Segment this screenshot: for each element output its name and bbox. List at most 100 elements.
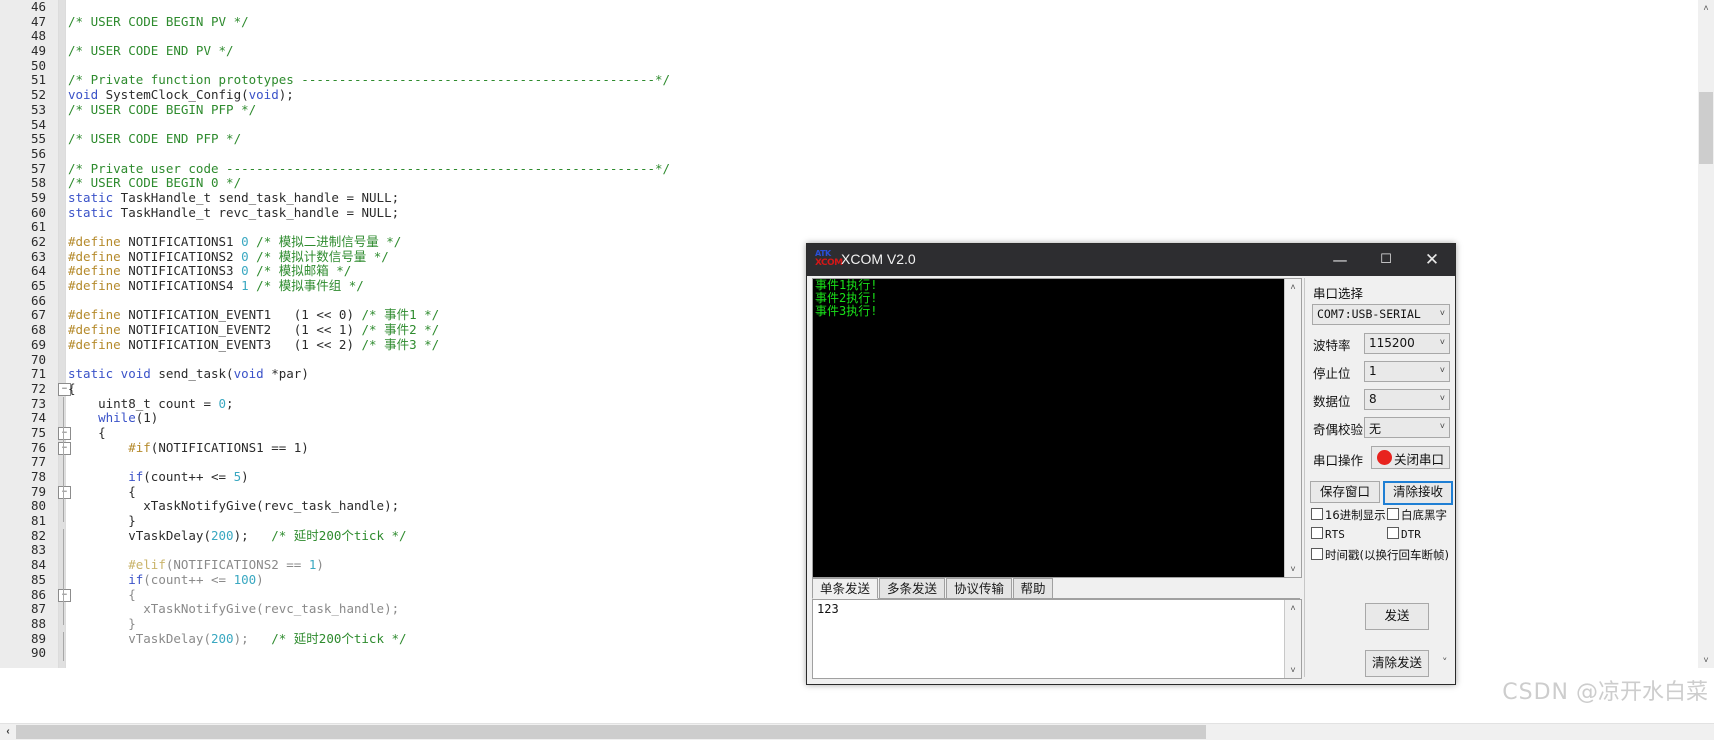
chevron-down-icon: ˅ (1439, 365, 1445, 375)
hex-display-checkbox[interactable]: 16进制显示 (1311, 507, 1386, 523)
code-token: /* 延时200个tick */ (271, 630, 407, 646)
send-mode-tabs[interactable]: 单条发送 多条发送 协议传输 帮助 (812, 578, 1300, 599)
vertical-scrollbar-thumb[interactable] (1699, 92, 1713, 164)
line-number: 83 (30, 542, 46, 558)
code-token: vTaskDelay( (68, 527, 211, 543)
send-scroll-up-icon[interactable]: ˄ (1285, 600, 1301, 616)
code-token: 0 (218, 395, 227, 411)
code-token: { (68, 424, 106, 440)
send-input-value[interactable]: 123 (817, 602, 839, 616)
checkbox-icon[interactable] (1311, 548, 1323, 560)
xcom-logo-icon: ATK XCOM (815, 249, 843, 271)
fold-guide-line (63, 484, 64, 500)
dtr-checkbox[interactable]: DTR (1387, 527, 1421, 541)
panel-expand-arrow-icon[interactable]: ˅ (1442, 656, 1448, 669)
code-token: while (98, 410, 136, 426)
chevron-down-icon: ˅ (1439, 393, 1445, 403)
fold-guide-line (63, 587, 64, 603)
checkbox-icon[interactable] (1311, 508, 1323, 520)
code-line-text: } (68, 513, 136, 529)
line-number: 49 (30, 43, 46, 59)
save-window-button[interactable]: 保存窗口 (1310, 481, 1380, 503)
tab-1[interactable]: 单条发送 (812, 578, 878, 599)
code-token: NOTIFICATIONS4 (120, 278, 242, 294)
code-line-text: xTaskNotifyGive(revc_task_handle); (68, 601, 399, 617)
baudrate-dropdown[interactable]: 115200 ˅ (1364, 333, 1450, 354)
window-titlebar[interactable]: ATK XCOM XCOM V2.0 — ☐ ✕ (807, 244, 1455, 276)
send-scroll-down-icon[interactable]: ˅ (1285, 662, 1301, 678)
code-line: 59 static TaskHandle_t send_task_handle =… (0, 190, 1556, 206)
white-background-checkbox[interactable]: 白底黑字 (1387, 507, 1447, 523)
fold-guide-line (63, 543, 64, 559)
checkbox-icon[interactable] (1387, 508, 1399, 520)
databit-label: 数据位 (1313, 394, 1351, 409)
line-number: 51 (30, 72, 46, 88)
minimize-button[interactable]: — (1317, 244, 1363, 276)
rts-label: RTS (1325, 528, 1345, 541)
checkbox-icon[interactable] (1387, 527, 1399, 539)
close-port-button[interactable]: 关闭串口 (1371, 446, 1450, 469)
line-number: 82 (30, 527, 46, 543)
tab-2[interactable]: 多条发送 (879, 578, 945, 599)
stopbit-dropdown[interactable]: 1 ˅ (1364, 361, 1450, 382)
tab-4[interactable]: 帮助 (1013, 578, 1053, 599)
parity-dropdown[interactable]: 无 ˅ (1364, 417, 1450, 438)
editor-vertical-scrollbar[interactable]: ˄ ˅ (1698, 0, 1714, 668)
baudrate-label: 波特率 (1313, 338, 1351, 353)
logo-line-atk: ATK (815, 249, 831, 258)
scroll-down-arrow-icon[interactable]: ˅ (1698, 652, 1714, 668)
code-line-text: while(1) (68, 410, 158, 426)
code-line-text: #define NOTIFICATIONS1 0 /* 模拟二进制信号量 */ (68, 234, 402, 250)
code-token: { (68, 380, 76, 396)
code-token: (NOTIFICATIONS1 == 1) (150, 439, 309, 455)
maximize-button[interactable]: ☐ (1363, 244, 1409, 276)
code-line-text: /* USER CODE END PV */ (68, 43, 234, 59)
clear-send-button[interactable]: 清除发送 (1365, 650, 1429, 677)
window-title: XCOM V2.0 (841, 251, 916, 267)
code-line: 61 (0, 220, 1556, 235)
code-line-text: #define NOTIFICATIONS2 0 /* 模拟计数信号量 */ (68, 249, 389, 265)
clear-receive-button[interactable]: 清除接收 (1383, 481, 1453, 505)
fold-guide-line (63, 528, 64, 544)
scroll-up-arrow-icon[interactable]: ˄ (1698, 0, 1714, 16)
code-line-text: xTaskNotifyGive(revc_task_handle); (68, 499, 399, 514)
timestamp-checkbox[interactable]: 时间戳(以换行回车断帧) (1311, 547, 1449, 563)
rts-checkbox[interactable]: RTS (1311, 527, 1345, 541)
fold-guide-line (63, 572, 64, 588)
receive-scroll-up-icon[interactable]: ˄ (1285, 279, 1301, 295)
line-number: 69 (30, 336, 46, 352)
databit-dropdown[interactable]: 8 ˅ (1364, 389, 1450, 410)
scroll-left-arrow-icon[interactable]: ‹ (0, 724, 16, 740)
code-line: 58 /* USER CODE BEGIN 0 */ (0, 175, 1556, 191)
close-button[interactable]: ✕ (1409, 244, 1455, 276)
fold-guide-line (63, 616, 64, 625)
send-input-container[interactable]: 123 ˄ ˅ (812, 599, 1302, 679)
close-port-label: 关闭串口 (1394, 452, 1445, 467)
receive-scrollbar[interactable]: ˄ ˅ (1284, 279, 1301, 577)
send-input-scrollbar[interactable]: ˄ ˅ (1284, 600, 1301, 678)
code-token: /* USER CODE BEGIN PV */ (68, 13, 249, 29)
send-button[interactable]: 发送 (1365, 603, 1429, 630)
code-line-text: if(count++ <= 5) (68, 469, 248, 485)
code-line-text: { (68, 424, 106, 441)
code-line-text: /* Private function prototypes ---------… (68, 73, 670, 88)
code-line: 48 (0, 29, 1556, 44)
port-select-dropdown[interactable]: COM7:USB-SERIAL ˅ (1312, 304, 1450, 325)
parity-value: 无 (1369, 422, 1382, 436)
editor-horizontal-scrollbar[interactable]: ‹ (0, 723, 1714, 740)
receive-text-area[interactable]: 事件1执行! 事件2执行! 事件3执行! (813, 279, 1284, 577)
horizontal-scrollbar-thumb[interactable] (16, 725, 1206, 739)
chevron-down-icon: ˅ (1439, 337, 1445, 347)
code-token: ); (233, 630, 272, 646)
code-token: ); (278, 87, 294, 103)
code-line-text: vTaskDelay(200); /* 延时200个tick */ (68, 630, 407, 647)
code-token: /* 模拟二进制信号量 */ (248, 234, 402, 249)
receive-scroll-down-icon[interactable]: ˅ (1285, 561, 1301, 577)
tab-3[interactable]: 协议传输 (946, 578, 1012, 599)
chevron-down-icon: ˅ (1439, 308, 1445, 318)
hex-display-label: 16进制显示 (1325, 508, 1386, 522)
line-number: 78 (30, 469, 46, 484)
fold-guide-line (63, 646, 64, 661)
checkbox-icon[interactable] (1311, 527, 1323, 539)
